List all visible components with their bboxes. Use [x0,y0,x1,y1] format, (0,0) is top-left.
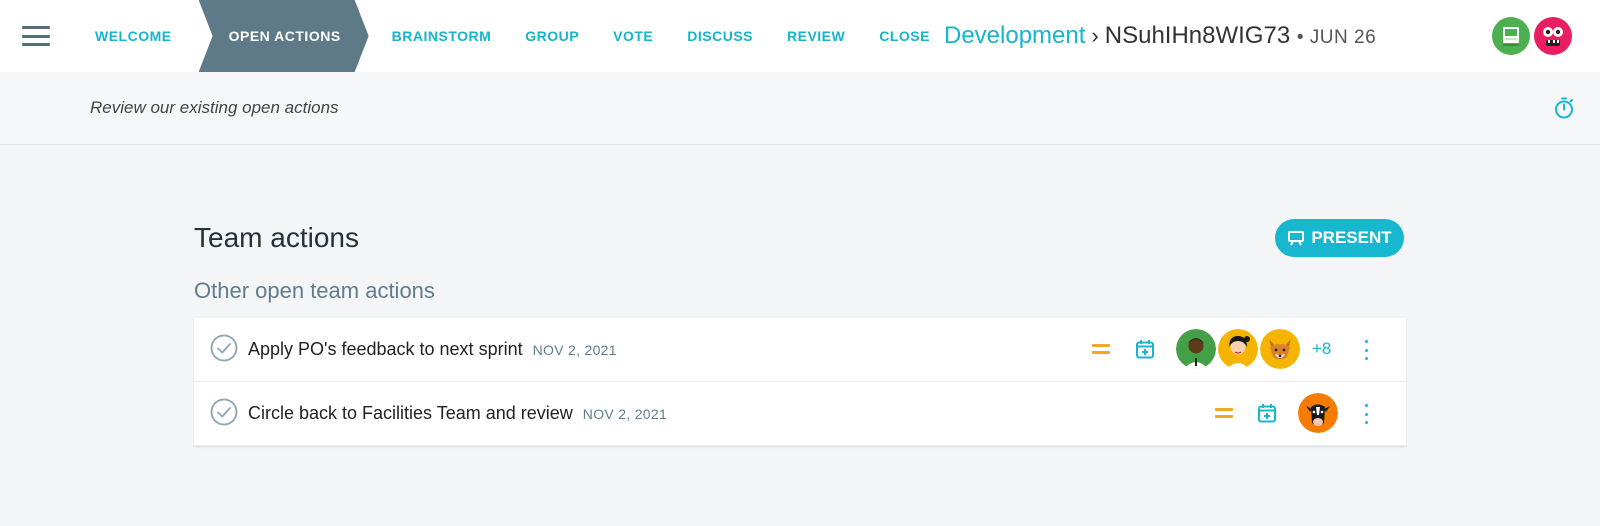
woman-avatar-icon[interactable] [1218,329,1258,369]
stage-welcome[interactable]: WELCOME [78,0,189,72]
breadcrumb-date: • JUN 26... [1296,27,1376,48]
page-title: Team actions [194,222,359,253]
action-due-date: NOV 2, 2021 [582,406,668,422]
breadcrumb: Development›NSuhIHn8WIG73 • JUN 26... [944,0,1376,72]
more-assignees-count[interactable]: +8 [1312,339,1331,359]
action-list: Apply PO's feedback to next sprint NOV 2,… [194,318,1406,446]
equals-priority-icon[interactable] [1092,340,1110,358]
stage-hint: Review our existing open actions [90,98,339,117]
check-circle-icon[interactable] [210,334,238,362]
section-subtitle: Other open team actions [194,278,435,303]
check-circle-icon[interactable] [210,398,238,426]
participant-avatars [1488,17,1572,55]
more-options-icon[interactable] [1362,340,1370,360]
more-options-icon[interactable] [1362,404,1370,424]
stage-open-actions[interactable]: OPEN ACTIONS [199,0,369,72]
breadcrumb-team-link[interactable]: Development [944,22,1085,49]
breadcrumb-separator-icon: › [1091,23,1099,48]
action-title-wrap: Circle back to Facilities Team and revie… [248,382,667,445]
stage-vote[interactable]: VOTE [596,0,670,72]
action-title[interactable]: Apply PO's feedback to next sprint [248,339,523,359]
top-bar: WELCOME OPEN ACTIONS BRAINSTORM GROUP VO… [0,0,1600,72]
sticky-note-avatar-icon[interactable] [1492,17,1530,55]
action-row: Circle back to Facilities Team and revie… [194,382,1406,446]
person-avatar-icon[interactable] [1176,329,1216,369]
breadcrumb-board-name: NSuhIHn8WIG73 [1104,22,1291,49]
action-title[interactable]: Circle back to Facilities Team and revie… [248,403,573,423]
assignee-avatars: +8 [1176,329,1331,369]
cow-avatar-icon[interactable] [1298,393,1338,433]
stage-discuss[interactable]: DISCUSS [670,0,770,72]
assignee-avatars [1298,393,1340,433]
equals-priority-icon[interactable] [1215,404,1233,422]
calendar-plus-icon[interactable] [1134,338,1156,360]
action-row: Apply PO's feedback to next sprint NOV 2,… [194,318,1406,382]
stage-group[interactable]: GROUP [508,0,596,72]
stage-brainstorm[interactable]: BRAINSTORM [375,0,509,72]
present-button[interactable]: PRESENT [1275,219,1404,257]
stage-nav: WELCOME OPEN ACTIONS BRAINSTORM GROUP VO… [78,0,947,72]
action-title-wrap: Apply PO's feedback to next sprint NOV 2,… [248,318,617,381]
stopwatch-icon[interactable] [1552,96,1576,120]
present-button-label: PRESENT [1311,228,1392,247]
monster-avatar-icon[interactable] [1534,17,1572,55]
action-due-date: NOV 2, 2021 [532,342,617,358]
presentation-icon [1288,231,1305,246]
fox-avatar-icon[interactable] [1260,329,1300,369]
menu-icon[interactable] [22,26,50,46]
stage-description-bar: Review our existing open actions [0,72,1600,145]
stage-review[interactable]: REVIEW [770,0,862,72]
stage-close[interactable]: CLOSE [862,0,947,72]
calendar-plus-icon[interactable] [1256,402,1278,424]
